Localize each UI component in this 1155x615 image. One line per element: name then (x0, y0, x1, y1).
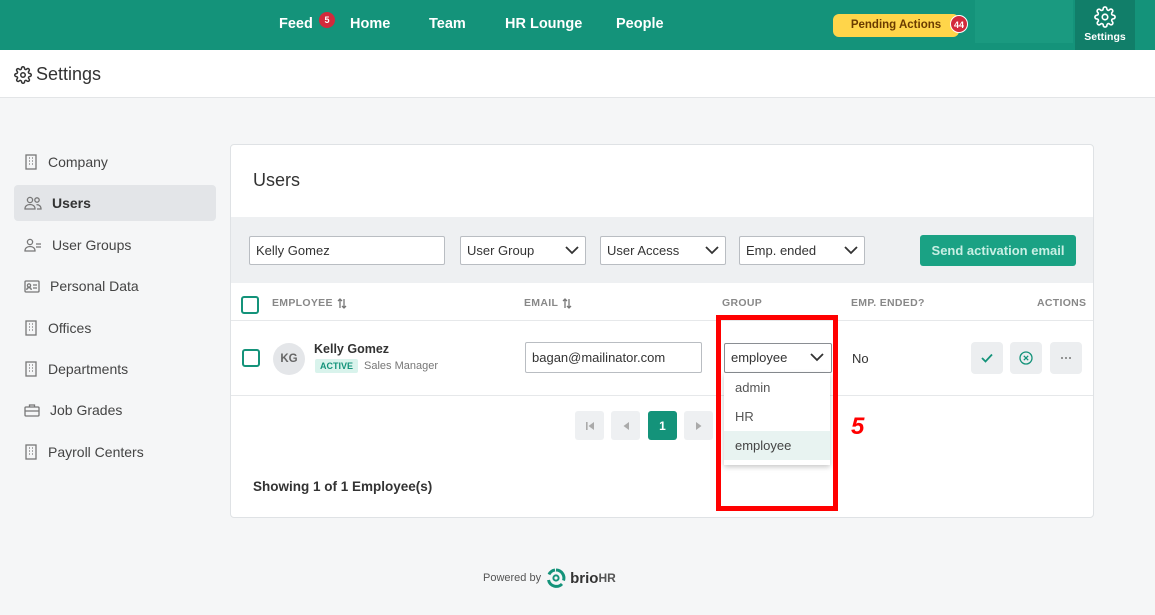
send-activation-email-button[interactable]: Send activation email (920, 235, 1076, 266)
user-access-filter-label: User Access (607, 243, 680, 258)
more-icon (1061, 357, 1071, 359)
chevron-right-icon (695, 421, 701, 430)
close-circle-icon (1019, 351, 1033, 365)
highlight-box (716, 315, 838, 511)
building-icon (25, 154, 37, 170)
users-card: Users Kelly Gomez User Group User Access… (230, 144, 1094, 518)
sidebar-item-personal-data[interactable]: Personal Data (14, 268, 216, 304)
prev-page-button[interactable] (611, 411, 640, 440)
powered-by-text: Powered by (483, 572, 542, 584)
briefcase-icon (24, 404, 40, 417)
chevron-down-icon (565, 246, 579, 255)
pending-actions-button[interactable]: Pending Actions (833, 14, 959, 37)
select-all-checkbox[interactable] (241, 296, 259, 314)
footer: Powered by brio HR (483, 568, 616, 588)
nav-hr-lounge[interactable]: HR Lounge (505, 16, 582, 32)
emp-ended-filter-label: Emp. ended (746, 243, 817, 258)
table-divider (231, 320, 1093, 321)
email-field[interactable]: bagan@mailinator.com (525, 342, 702, 373)
column-header-emp-ended: EMP. ENDED? (851, 297, 925, 309)
employee-role: Sales Manager (364, 360, 438, 372)
settings-nav-button[interactable]: Settings (1075, 0, 1135, 50)
sidebar-item-job-grades[interactable]: Job Grades (14, 392, 216, 428)
sidebar-item-label: Personal Data (50, 278, 139, 294)
avatar: KG (273, 343, 305, 375)
annotation-number: 5 (851, 413, 865, 440)
page-title-text: Settings (36, 64, 102, 84)
column-header-actions: ACTIONS (1037, 297, 1086, 309)
sidebar-item-offices[interactable]: Offices (14, 310, 216, 346)
sidebar-item-label: Users (52, 195, 91, 211)
page-number-button[interactable]: 1 (648, 411, 677, 440)
briohr-logo-icon (547, 568, 566, 588)
page-title: Settings (14, 64, 101, 85)
nav-feed[interactable]: Feed (279, 16, 313, 32)
sidebar-item-users[interactable]: Users (14, 185, 216, 221)
deactivate-button[interactable] (1010, 342, 1042, 374)
column-header-label: EMPLOYEE (272, 297, 333, 309)
sidebar-item-label: User Groups (52, 237, 132, 253)
page-header: Settings (0, 50, 1155, 98)
feed-badge: 5 (319, 12, 335, 28)
sidebar-item-label: Payroll Centers (48, 444, 144, 460)
card-title: Users (253, 170, 301, 190)
sidebar-item-user-groups[interactable]: User Groups (14, 227, 216, 263)
approve-button[interactable] (971, 342, 1003, 374)
pending-actions-badge: 44 (950, 15, 968, 33)
first-page-button[interactable] (575, 411, 604, 440)
sidebar-item-payroll-centers[interactable]: Payroll Centers (14, 434, 216, 470)
next-page-button[interactable] (684, 411, 713, 440)
first-page-icon (585, 421, 594, 430)
column-header-label: GROUP (722, 297, 763, 309)
column-header-label: EMAIL (524, 297, 559, 309)
user-group-filter-label: User Group (467, 243, 535, 258)
sort-icon (562, 297, 572, 309)
user-groups-icon (24, 238, 41, 252)
sidebar-item-label: Departments (48, 361, 129, 377)
column-header-group: GROUP (722, 297, 762, 309)
brand-suffix: HR (598, 571, 616, 585)
settings-nav-label: Settings (1084, 31, 1126, 43)
column-header-email[interactable]: EMAIL (524, 297, 572, 309)
emp-ended-filter[interactable]: Emp. ended (739, 236, 865, 265)
sidebar-item-label: Offices (48, 320, 92, 336)
nav-people[interactable]: People (616, 16, 664, 32)
building-icon (25, 444, 37, 460)
sort-icon (337, 297, 347, 309)
status-badge: ACTIVE (315, 359, 359, 373)
sidebar-item-company[interactable]: Company (14, 144, 216, 180)
brand-name: brio (570, 569, 599, 587)
search-input[interactable]: Kelly Gomez (249, 236, 445, 265)
gear-icon (14, 65, 32, 84)
column-header-label: ACTIONS (1037, 297, 1087, 309)
user-menu-area[interactable] (975, 0, 1073, 43)
nav-team[interactable]: Team (429, 16, 466, 32)
chevron-down-icon (844, 246, 858, 255)
users-icon (24, 196, 42, 210)
sidebar-item-label: Job Grades (50, 402, 123, 418)
results-count: Showing 1 of 1 Employee(s) (253, 479, 433, 494)
employee-name[interactable]: Kelly Gomez (314, 342, 389, 356)
emp-ended-value: No (852, 351, 869, 366)
chevron-down-icon (705, 246, 719, 255)
building-icon (25, 361, 37, 377)
gear-icon (1094, 6, 1116, 28)
sidebar-item-departments[interactable]: Departments (14, 351, 216, 387)
user-access-filter[interactable]: User Access (600, 236, 726, 265)
id-card-icon (24, 279, 40, 293)
user-group-filter[interactable]: User Group (460, 236, 586, 265)
nav-home[interactable]: Home (350, 16, 390, 32)
chevron-left-icon (623, 421, 629, 430)
more-actions-button[interactable] (1050, 342, 1082, 374)
column-header-employee[interactable]: EMPLOYEE (272, 297, 347, 309)
sidebar-item-label: Company (48, 154, 108, 170)
filter-bar: Kelly Gomez User Group User Access Emp. … (231, 217, 1093, 283)
row-checkbox[interactable] (242, 349, 260, 367)
building-icon (25, 320, 37, 336)
check-icon (981, 353, 993, 363)
column-header-label: EMP. ENDED? (851, 297, 925, 309)
table-divider (231, 395, 1093, 396)
top-navigation-bar: Feed 5 Home Team HR Lounge People Pendin… (0, 0, 1155, 50)
